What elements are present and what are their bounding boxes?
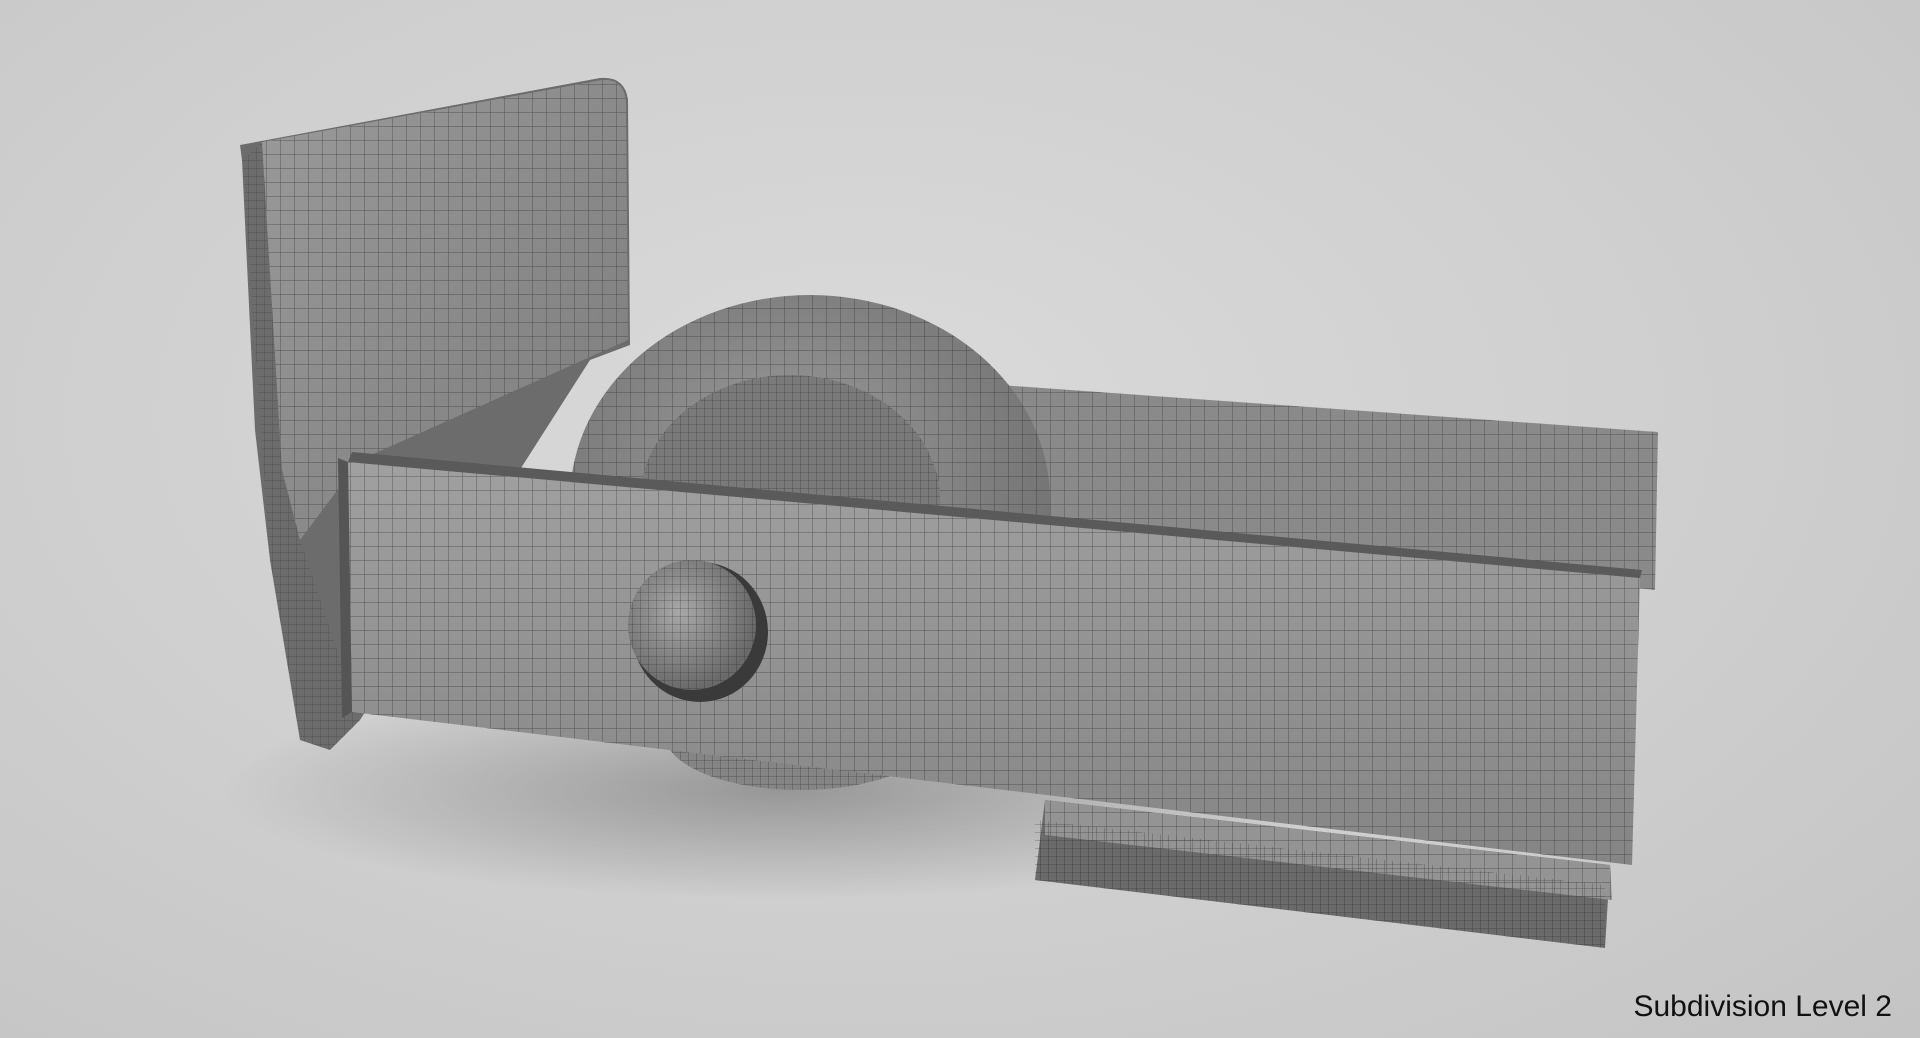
render-viewport: Subdivision Level 2 (0, 0, 1920, 1038)
subdivision-level-caption: Subdivision Level 2 (1633, 990, 1892, 1023)
wireframe-model-render (220, 77, 1658, 948)
